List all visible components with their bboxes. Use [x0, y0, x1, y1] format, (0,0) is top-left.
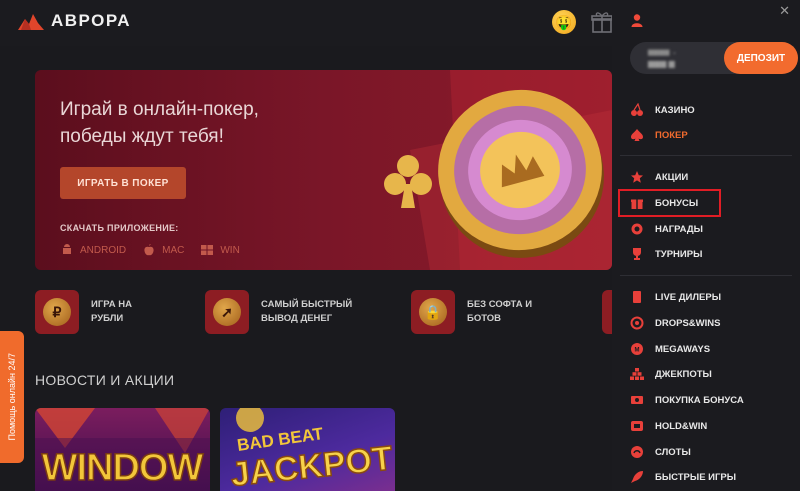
ruble-icon: ₽ — [35, 290, 79, 334]
wallet-widget[interactable]: ▆▆▆▆ ⌄ ▆▆▆ ▆ ДЕПОЗИТ — [630, 42, 798, 74]
pyramid-icon — [630, 367, 644, 381]
menu-divider — [620, 155, 792, 156]
menu-item-drops-wins[interactable]: DROPS&WINS — [630, 315, 720, 331]
bonuses-highlight-box — [618, 189, 721, 217]
main-content: Играй в онлайн-покер, победы ждут тебя! … — [0, 46, 612, 491]
android-icon — [63, 244, 71, 254]
menu-item-casino[interactable]: КАЗИНО — [630, 102, 695, 118]
menu-item-megaways[interactable]: M MEGAWAYS — [630, 341, 710, 357]
win-download-link[interactable]: WIN — [200, 243, 240, 257]
close-icon[interactable]: ✕ — [779, 3, 790, 19]
promo-art-1: WINDOW — [35, 408, 210, 491]
hero-title: Играй в онлайн-покер, победы ждут тебя! — [60, 96, 340, 150]
download-label: СКАЧАТЬ ПРИЛОЖЕНИЕ: — [60, 223, 179, 233]
android-label: ANDROID — [80, 244, 127, 256]
menu-item-fast-games[interactable]: БЫСТРЫЕ ИГРЫ — [630, 469, 736, 485]
rocket-small-icon — [630, 470, 644, 484]
feature-rubles: ₽ ИГРА НА РУБЛИ — [35, 290, 132, 334]
menu-item-slots[interactable]: СЛОТЫ — [630, 444, 691, 460]
menu-item-promotions[interactable]: АКЦИИ — [630, 169, 688, 185]
money-face-icon[interactable]: 🤑 — [552, 10, 576, 34]
feature-text: САМЫЙ БЫСТРЫЙ ВЫВОД ДЕНЕГ — [261, 299, 353, 324]
drops-icon — [630, 316, 644, 330]
download-links: ANDROID MAC WIN — [60, 243, 240, 257]
balance-label-blurred: ▆▆▆▆ ⌄ — [648, 49, 678, 56]
spade-icon — [630, 128, 644, 142]
svg-text:WINDOW: WINDOW — [42, 447, 204, 489]
menu-label: АКЦИИ — [655, 171, 689, 183]
deposit-button[interactable]: ДЕПОЗИТ — [724, 42, 798, 74]
cards-icon — [630, 290, 644, 304]
megaways-icon: M — [630, 342, 644, 356]
menu-label: LIVE ДИЛЕРЫ — [655, 291, 721, 303]
promo-card-windows[interactable]: WINDOW — [35, 408, 210, 491]
balance-value-blurred: ▆▆▆ ▆ — [648, 59, 675, 68]
user-icon[interactable] — [630, 13, 644, 27]
promo-art-2: BAD BEAT JACKPOT — [228, 408, 395, 491]
hero-banner[interactable]: Играй в онлайн-покер, победы ждут тебя! … — [35, 70, 612, 270]
menu-item-poker[interactable]: ПОКЕР — [630, 127, 688, 143]
menu-item-jackpots[interactable]: ДЖЕКПОТЫ — [630, 366, 712, 382]
menu-divider — [620, 275, 792, 276]
features-row: ₽ ИГРА НА РУБЛИ ➚ САМЫЙ БЫСТРЫЙ ВЫВОД ДЕНЕ… — [35, 290, 612, 336]
menu-label: НАГРАДЫ — [655, 223, 703, 235]
medal-icon — [630, 222, 644, 236]
slots-icon — [630, 445, 644, 459]
menu-label: MEGAWAYS — [655, 343, 711, 355]
menu-label: БЫСТРЫЕ ИГРЫ — [655, 471, 737, 483]
menu-item-hold-win[interactable]: HOLD&WIN — [630, 418, 707, 434]
star-icon — [630, 170, 644, 184]
menu-label: HOLD&WIN — [655, 420, 708, 432]
hero-title-line2: победы ждут тебя! — [60, 126, 224, 147]
cherry-icon — [630, 103, 644, 117]
poker-chip-illustration — [384, 70, 612, 270]
windows-icon — [201, 245, 214, 255]
feature-partial — [602, 290, 612, 334]
menu-item-live-dealers[interactable]: LIVE ДИЛЕРЫ — [630, 289, 721, 305]
menu-label: ДЖЕКПОТЫ — [655, 368, 712, 380]
trophy-icon — [630, 247, 644, 261]
menu-item-tournaments[interactable]: ТУРНИРЫ — [630, 246, 702, 262]
menu-label: КАЗИНО — [655, 104, 695, 116]
feature-no-bots: 🔒 БЕЗ СОФТА И БОТОВ — [411, 290, 532, 334]
android-download-link[interactable]: ANDROID — [60, 243, 126, 257]
play-poker-button[interactable]: ИГРАТЬ В ПОКЕР — [60, 167, 186, 199]
mac-download-link[interactable]: MAC — [142, 243, 184, 257]
menu-label: СЛОТЫ — [655, 446, 691, 458]
feature-fast-withdraw: ➚ САМЫЙ БЫСТРЫЙ ВЫВОД ДЕНЕГ — [205, 290, 352, 334]
aurora-logo-icon — [18, 14, 44, 30]
menu-label: ПОКЕР — [655, 129, 688, 141]
menu-item-bonus-buy[interactable]: ПОКУПКА БОНУСА — [630, 392, 744, 408]
hero-title-line1: Играй в онлайн-покер, — [60, 99, 259, 120]
bonus-buy-icon — [630, 393, 644, 407]
side-menu-panel: ✕ ▆▆▆▆ ⌄ ▆▆▆ ▆ ДЕПОЗИТ КАЗИНО ПОКЕР АКЦИ… — [612, 0, 800, 491]
mac-label: MAC — [162, 244, 185, 256]
brand-name: АВРОРА — [51, 11, 132, 30]
rocket-icon: ➚ — [205, 290, 249, 334]
apple-icon — [144, 244, 154, 256]
lock-icon: 🔒 — [411, 290, 455, 334]
feature-icon-partial — [602, 290, 612, 334]
feature-text: БЕЗ СОФТА И БОТОВ — [467, 299, 533, 324]
help-online-tab[interactable]: Помощь онлайн 24/7 — [0, 331, 24, 463]
menu-label: ТУРНИРЫ — [655, 248, 703, 260]
promo-card-jackpot[interactable]: BAD BEAT JACKPOT — [220, 408, 395, 491]
gift-icon[interactable] — [591, 10, 613, 34]
news-heading: НОВОСТИ И АКЦИИ — [35, 372, 175, 388]
menu-item-rewards[interactable]: НАГРАДЫ — [630, 221, 703, 237]
feature-text: ИГРА НА РУБЛИ — [91, 299, 132, 324]
help-label: Помощь онлайн 24/7 — [7, 353, 17, 441]
svg-text:M: M — [635, 348, 640, 354]
menu-label: ПОКУПКА БОНУСА — [655, 394, 744, 406]
win-label: WIN — [220, 244, 240, 256]
menu-label: DROPS&WINS — [655, 317, 721, 329]
logo[interactable]: АВРОРА — [17, 11, 131, 31]
hold-win-icon — [630, 419, 644, 433]
